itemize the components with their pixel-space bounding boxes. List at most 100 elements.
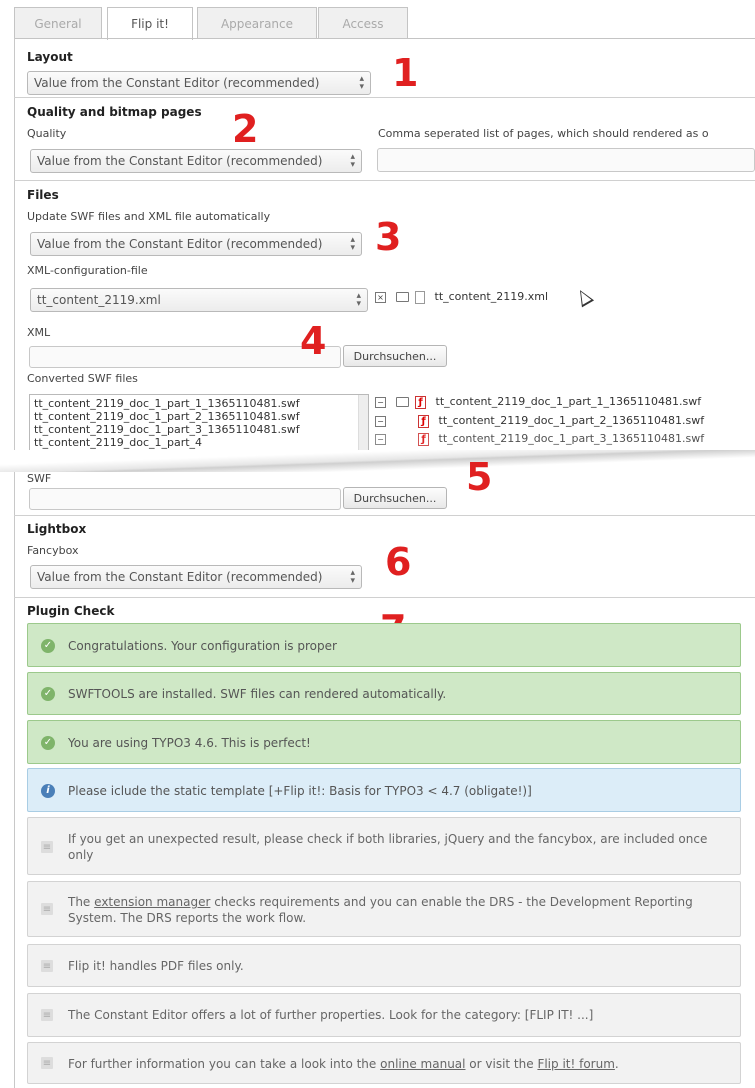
message-ok: ✓ SWFTOOLS are installed. SWF files can … — [27, 672, 741, 715]
plugin-check-heading: Plugin Check — [27, 604, 115, 618]
delete-icon[interactable]: − — [375, 415, 386, 427]
xml-file-input[interactable] — [29, 346, 341, 368]
note-icon: ≡ — [41, 1057, 53, 1069]
text-segment: or visit the — [465, 1057, 538, 1071]
message-text: For further information you can take a l… — [68, 1056, 730, 1072]
message-text: You are using TYPO3 4.6. This is perfect… — [68, 736, 311, 750]
converted-label: Converted SWF files — [27, 372, 138, 385]
updown-icon: ▴ ▾ — [356, 291, 361, 309]
converted-swf-list[interactable]: tt_content_2119_doc_1_part_1_1365110481.… — [29, 394, 369, 458]
forum-link[interactable]: Flip it! forum — [537, 1057, 614, 1071]
note-icon: ≡ — [41, 903, 53, 915]
files-heading: Files — [27, 188, 59, 202]
message-ok: ✓ Congratulations. Your configuration is… — [27, 623, 741, 667]
message-text: If you get an unexpected result, please … — [68, 832, 708, 862]
layout-heading: Layout — [27, 50, 73, 64]
update-label: Update SWF files and XML file automatica… — [27, 210, 271, 223]
converted-file-name[interactable]: tt_content_2119_doc_1_part_2_1365110481.… — [439, 414, 705, 427]
annotation-4: 4 — [300, 319, 327, 363]
swf-file-input[interactable] — [29, 488, 341, 510]
note-icon: ≡ — [41, 960, 53, 972]
section-divider — [14, 97, 755, 98]
converted-file-name[interactable]: tt_content_2119_doc_1_part_3_1365110481.… — [439, 432, 705, 445]
message-text: Congratulations. Your configuration is p… — [68, 639, 337, 653]
section-divider — [14, 180, 755, 181]
updown-icon: ▴ ▾ — [350, 152, 355, 170]
tab-access[interactable]: Access — [318, 7, 408, 39]
xml-config-label: XML-configuration-file — [27, 264, 148, 277]
fancybox-label: Fancybox — [27, 544, 79, 557]
quality-select-value: Value from the Constant Editor (recommen… — [37, 154, 323, 168]
message-text: The Constant Editor offers a lot of furt… — [68, 1008, 594, 1022]
checkmark-icon: ✓ — [41, 639, 55, 653]
annotation-1: 1 — [392, 51, 419, 95]
updown-icon: ▴ ▾ — [350, 568, 355, 586]
folder-icon[interactable] — [395, 397, 409, 407]
message-note: ≡ Flip it! handles PDF files only. — [27, 944, 741, 987]
converted-file-row: − ƒ tt_content_2119_doc_1_part_1_1365110… — [375, 395, 701, 409]
list-item[interactable]: tt_content_2119_doc_1_part_1_1365110481.… — [34, 397, 364, 410]
fancybox-select[interactable]: Value from the Constant Editor (recommen… — [30, 565, 362, 589]
message-text: Flip it! handles PDF files only. — [68, 959, 244, 973]
folder-icon[interactable] — [395, 292, 409, 302]
text-segment: . — [614, 1057, 619, 1071]
xml-config-file-name[interactable]: tt_content_2119.xml — [435, 290, 549, 303]
message-text: The extension manager checks requirement… — [68, 894, 730, 926]
layout-select[interactable]: Value from the Constant Editor (recommen… — [27, 71, 371, 95]
quality-label: Quality — [27, 127, 67, 140]
converted-file-name[interactable]: tt_content_2119_doc_1_part_1_1365110481.… — [436, 395, 702, 408]
tab-appearance[interactable]: Appearance — [197, 7, 317, 39]
message-note: ≡ If you get an unexpected result, pleas… — [27, 817, 741, 875]
message-text: SWFTOOLS are installed. SWF files can re… — [68, 687, 447, 701]
delete-icon[interactable]: − — [375, 396, 386, 408]
pages-input[interactable] — [377, 148, 755, 172]
text-segment: For further information you can take a l… — [68, 1057, 381, 1071]
panel-border — [14, 38, 15, 1088]
xml-browse-button[interactable]: Durchsuchen... — [343, 345, 447, 367]
lightbox-heading: Lightbox — [27, 522, 87, 536]
delete-icon[interactable]: − — [375, 433, 386, 445]
update-select[interactable]: Value from the Constant Editor (recommen… — [30, 232, 362, 256]
list-item[interactable]: tt_content_2119_doc_1_part_3_1365110481.… — [34, 423, 364, 436]
xml-config-file-row: × tt_content_2119.xml — [375, 290, 548, 304]
tab-general[interactable]: General — [14, 7, 102, 39]
section-divider — [14, 515, 755, 516]
delete-icon[interactable]: × — [375, 291, 386, 303]
message-info: i Please iclude the static template [+Fl… — [27, 768, 741, 812]
fancybox-select-value: Value from the Constant Editor (recommen… — [37, 570, 323, 584]
section-divider — [14, 597, 755, 598]
pdf-icon: ƒ — [415, 395, 426, 409]
pdf-icon: ƒ — [418, 432, 429, 446]
online-manual-link[interactable]: online manual — [380, 1057, 465, 1071]
message-note: ≡ The Constant Editor offers a lot of fu… — [27, 993, 741, 1037]
annotation-6: 6 — [385, 540, 412, 584]
extension-manager-link[interactable]: extension manager — [94, 895, 210, 909]
swf-browse-button[interactable]: Durchsuchen... — [343, 487, 447, 509]
annotation-2: 2 — [232, 107, 259, 151]
xml-config-select-value: tt_content_2119.xml — [37, 293, 161, 307]
message-note: ≡ The extension manager checks requireme… — [27, 881, 741, 937]
tab-bar: General Flip it! Appearance Access — [14, 7, 755, 40]
text-segment: The — [68, 895, 95, 909]
quality-select[interactable]: Value from the Constant Editor (recommen… — [30, 149, 362, 173]
updown-icon: ▴ ▾ — [350, 235, 355, 253]
pdf-icon: ƒ — [418, 414, 429, 428]
annotation-5: 5 — [466, 455, 493, 499]
tab-divider — [14, 38, 755, 39]
xml-config-select[interactable]: tt_content_2119.xml ▴ ▾ — [30, 288, 368, 312]
pages-label: Comma seperated list of pages, which sho… — [378, 127, 709, 140]
list-item[interactable]: tt_content_2119_doc_1_part_2_1365110481.… — [34, 410, 364, 423]
message-note: ≡ For further information you can take a… — [27, 1042, 741, 1084]
note-icon: ≡ — [41, 1009, 53, 1021]
note-icon: ≡ — [41, 841, 53, 853]
layout-select-value: Value from the Constant Editor (recommen… — [34, 76, 320, 90]
list-item[interactable]: tt_content_2119_doc_1_part_4 — [34, 436, 364, 449]
quality-heading: Quality and bitmap pages — [27, 105, 202, 119]
torn-edge — [0, 450, 755, 472]
checkmark-icon: ✓ — [41, 687, 55, 701]
info-icon: i — [41, 784, 55, 798]
mouse-cursor-icon — [573, 286, 595, 308]
tab-flip-it[interactable]: Flip it! — [107, 7, 193, 40]
scrollbar[interactable] — [358, 395, 368, 457]
updown-icon: ▴ ▾ — [359, 74, 364, 92]
